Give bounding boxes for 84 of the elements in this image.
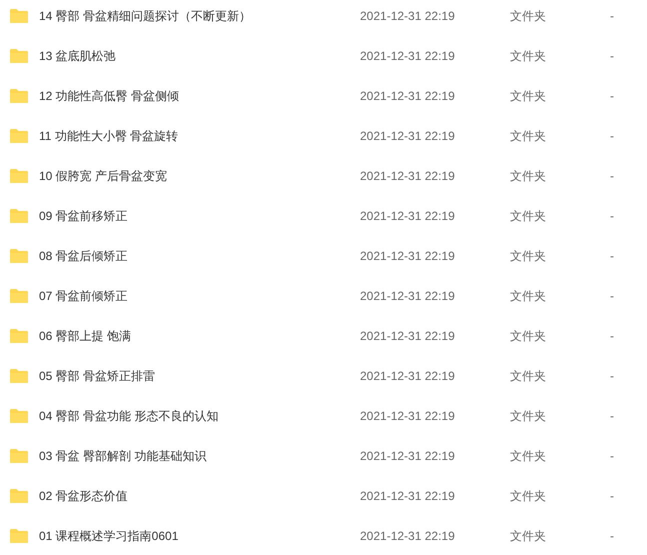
file-type: 文件夹 [510,168,547,184]
file-size: - [610,408,614,424]
file-type: 文件夹 [510,48,547,64]
modified-date: 2021-12-31 22:19 [360,368,456,384]
file-size: - [610,48,614,64]
modified-date: 2021-12-31 22:19 [360,8,456,24]
file-row[interactable]: 14 臀部 骨盆精细问题探讨（不断更新） 2021-12-31 22:19 文件夹 - [0,0,647,36]
file-name: 08 骨盆后倾矫正 [39,248,129,264]
file-name: 14 臀部 骨盆精细问题探讨（不断更新） [39,8,252,24]
file-type: 文件夹 [510,408,547,424]
file-row[interactable]: 09 骨盆前移矫正 2021-12-31 22:19 文件夹 - [0,196,647,236]
modified-date: 2021-12-31 22:19 [360,288,456,304]
folder-icon [9,528,29,544]
file-row[interactable]: 08 骨盆后倾矫正 2021-12-31 22:19 文件夹 - [0,236,647,276]
file-name: 12 功能性高低臀 骨盆侧倾 [39,88,180,104]
file-size: - [610,248,614,264]
file-name: 01 课程概述学习指南0601 [39,528,180,544]
folder-icon [9,328,29,344]
file-name: 03 骨盆 臀部解剖 功能基础知识 [39,448,208,464]
file-row[interactable]: 01 课程概述学习指南0601 2021-12-31 22:19 文件夹 - [0,516,647,555]
file-name: 13 盆底肌松弛 [39,48,117,64]
folder-icon [9,288,29,304]
file-type: 文件夹 [510,128,547,144]
file-type: 文件夹 [510,248,547,264]
modified-date: 2021-12-31 22:19 [360,168,456,184]
file-type: 文件夹 [510,488,547,504]
file-type: 文件夹 [510,88,547,104]
file-row[interactable]: 10 假胯宽 产后骨盆变宽 2021-12-31 22:19 文件夹 - [0,156,647,196]
file-row[interactable]: 04 臀部 骨盆功能 形态不良的认知 2021-12-31 22:19 文件夹 - [0,396,647,436]
file-name: 11 功能性大小臀 骨盆旋转 [39,128,180,144]
file-size: - [610,488,614,504]
file-row[interactable]: 13 盆底肌松弛 2021-12-31 22:19 文件夹 - [0,36,647,76]
file-size: - [610,168,614,184]
folder-icon [9,488,29,504]
file-size: - [610,288,614,304]
file-size: - [610,128,614,144]
file-row[interactable]: 11 功能性大小臀 骨盆旋转 2021-12-31 22:19 文件夹 - [0,116,647,156]
file-row[interactable]: 07 骨盆前倾矫正 2021-12-31 22:19 文件夹 - [0,276,647,316]
file-size: - [610,208,614,224]
file-row[interactable]: 12 功能性高低臀 骨盆侧倾 2021-12-31 22:19 文件夹 - [0,76,647,116]
file-name: 06 臀部上提 饱满 [39,328,132,344]
modified-date: 2021-12-31 22:19 [360,328,456,344]
folder-icon [9,88,29,104]
modified-date: 2021-12-31 22:19 [360,448,456,464]
file-name: 07 骨盆前倾矫正 [39,288,129,304]
file-name: 09 骨盆前移矫正 [39,208,129,224]
file-name: 10 假胯宽 产后骨盆变宽 [39,168,168,184]
file-type: 文件夹 [510,288,547,304]
modified-date: 2021-12-31 22:19 [360,88,456,104]
file-row[interactable]: 05 臀部 骨盆矫正排雷 2021-12-31 22:19 文件夹 - [0,356,647,396]
file-type: 文件夹 [510,208,547,224]
file-type: 文件夹 [510,368,547,384]
modified-date: 2021-12-31 22:19 [360,488,456,504]
file-size: - [610,8,614,24]
modified-date: 2021-12-31 22:19 [360,128,456,144]
file-row[interactable]: 03 骨盆 臀部解剖 功能基础知识 2021-12-31 22:19 文件夹 - [0,436,647,476]
file-row[interactable]: 06 臀部上提 饱满 2021-12-31 22:19 文件夹 - [0,316,647,356]
folder-icon [9,48,29,64]
folder-icon [9,248,29,264]
folder-icon [9,448,29,464]
file-row[interactable]: 02 骨盆形态价值 2021-12-31 22:19 文件夹 - [0,476,647,516]
file-size: - [610,528,614,544]
file-type: 文件夹 [510,528,547,544]
modified-date: 2021-12-31 22:19 [360,48,456,64]
file-size: - [610,88,614,104]
folder-icon [9,368,29,384]
modified-date: 2021-12-31 22:19 [360,248,456,264]
file-name: 04 臀部 骨盆功能 形态不良的认知 [39,408,220,424]
file-type: 文件夹 [510,8,547,24]
folder-icon [9,168,29,184]
file-name: 02 骨盆形态价值 [39,488,129,504]
folder-icon [9,208,29,224]
folder-icon [9,8,29,24]
folder-icon [9,128,29,144]
file-size: - [610,448,614,464]
file-type: 文件夹 [510,448,547,464]
folder-icon [9,408,29,424]
modified-date: 2021-12-31 22:19 [360,528,456,544]
modified-date: 2021-12-31 22:19 [360,208,456,224]
modified-date: 2021-12-31 22:19 [360,408,456,424]
file-size: - [610,368,614,384]
file-size: - [610,328,614,344]
file-type: 文件夹 [510,328,547,344]
file-name: 05 臀部 骨盆矫正排雷 [39,368,156,384]
